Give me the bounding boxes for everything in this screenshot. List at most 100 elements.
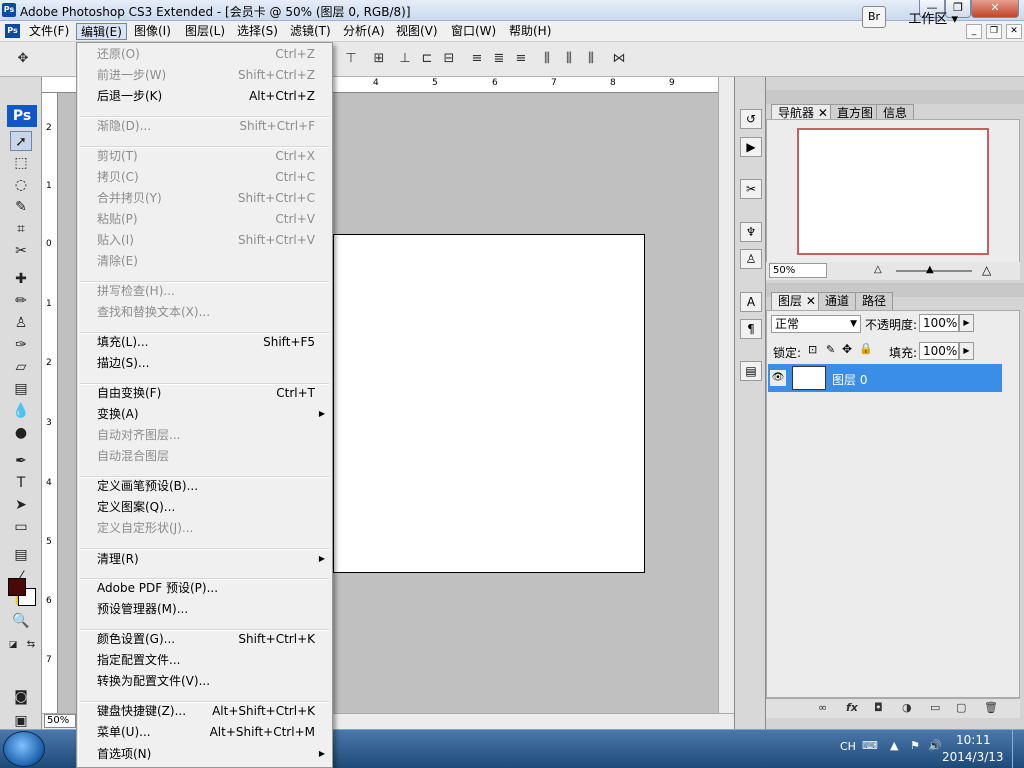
tray-arrow-icon[interactable]: ▲ xyxy=(890,739,898,752)
navigator-preview[interactable] xyxy=(797,128,989,255)
type-tool-icon[interactable]: T xyxy=(10,473,32,493)
menu-analysis[interactable]: 分析(A) xyxy=(339,23,389,40)
volume-icon[interactable]: 🔊 xyxy=(928,739,942,752)
close-button[interactable]: ✕ xyxy=(971,0,1019,18)
app-icon[interactable]: Ps xyxy=(2,3,16,17)
bridge-icon[interactable]: Br xyxy=(862,6,886,28)
doc-minimize-button[interactable]: _ xyxy=(966,24,982,39)
clock-date[interactable]: 2014/3/13 xyxy=(942,750,1004,764)
layer-mask-icon[interactable]: ◘ xyxy=(874,701,883,714)
slice-tool-icon[interactable]: ✂ xyxy=(10,241,32,261)
menu-select[interactable]: 选择(S) xyxy=(233,23,282,40)
zoom-out-icon[interactable]: △ xyxy=(874,264,882,275)
clone-stamp-tool-icon[interactable]: ♙ xyxy=(10,313,32,333)
brushes-panel-icon[interactable]: ♆ xyxy=(740,222,762,242)
notes-tool-icon[interactable]: ▤ xyxy=(10,545,32,565)
edit-menu-item[interactable]: 变换(A) ▶ xyxy=(97,405,325,423)
swap-colors-icon[interactable]: ⇆ xyxy=(24,635,38,655)
workspace-button[interactable]: 工作区 ▾ xyxy=(908,8,958,27)
distribute-top-icon[interactable]: ≡ xyxy=(468,50,486,68)
blend-mode-select[interactable]: 正常 ▼ xyxy=(771,315,861,333)
trash-icon[interactable]: 🗑 xyxy=(984,701,998,714)
vertical-scrollbar[interactable] xyxy=(718,77,734,713)
distribute-vcenter-icon[interactable]: ≣ xyxy=(490,50,508,68)
edit-menu-item[interactable]: 自由变换(F) Ctrl+T xyxy=(97,384,319,402)
tab-channels[interactable]: 通道 xyxy=(818,292,857,310)
menu-edit[interactable]: 编辑(E) xyxy=(76,23,127,40)
edit-menu-item[interactable]: 预设管理器(M)... xyxy=(97,600,319,618)
zoom-level-field[interactable]: 50% xyxy=(44,714,76,728)
foreground-color-swatch[interactable] xyxy=(8,578,26,596)
fill-slider-button[interactable]: ▶ xyxy=(959,342,974,360)
edit-menu-item[interactable]: 定义图案(Q)... xyxy=(97,498,319,516)
align-left-icon[interactable]: ⊏ xyxy=(418,50,436,68)
start-button[interactable] xyxy=(3,731,45,767)
menu-help[interactable]: 帮助(H) xyxy=(505,23,555,40)
menu-view[interactable]: 视图(V) xyxy=(392,23,442,40)
menu-file[interactable]: 文件(F) xyxy=(25,23,73,40)
default-colors-icon[interactable]: ◪ xyxy=(6,635,20,655)
character-panel-icon[interactable]: A xyxy=(740,292,762,312)
actions-panel-icon[interactable]: ▶ xyxy=(740,137,762,157)
brush-tool-icon[interactable]: ✏ xyxy=(10,291,32,311)
document-canvas[interactable] xyxy=(333,234,645,573)
menu-window[interactable]: 窗口(W) xyxy=(447,23,500,40)
clock-time[interactable]: 10:11 xyxy=(956,733,991,747)
zoom-in-icon[interactable]: △ xyxy=(982,263,991,277)
gradient-tool-icon[interactable]: ▤ xyxy=(10,379,32,399)
doc-restore-button[interactable]: ❐ xyxy=(986,24,1002,39)
lasso-tool-icon[interactable]: ◌ xyxy=(10,175,32,195)
eye-icon[interactable]: 👁 xyxy=(770,370,786,386)
new-group-icon[interactable]: ▭ xyxy=(930,701,940,714)
keyboard-icon[interactable]: ⌨ xyxy=(862,739,878,752)
edit-menu-item[interactable]: 颜色设置(G)... Shift+Ctrl+K xyxy=(97,630,319,648)
close-icon[interactable]: ✕ xyxy=(818,106,828,120)
distribute-left-icon[interactable]: ⫼ xyxy=(538,50,556,68)
zoom-tool-icon[interactable]: 🔍 xyxy=(10,611,32,631)
lock-image-icon[interactable]: ✎ xyxy=(826,343,835,356)
navigator-zoom-slider[interactable] xyxy=(896,270,972,272)
align-bottom-icon[interactable]: ⊥ xyxy=(396,50,414,68)
edit-menu-item[interactable]: 首选项(N) ▶ xyxy=(97,745,325,763)
tab-layers[interactable]: 图层 ✕ xyxy=(771,292,823,310)
link-layers-icon[interactable]: ∞ xyxy=(818,701,827,714)
crop-tool-icon[interactable]: ⌗ xyxy=(10,219,32,239)
doc-close-button[interactable]: ✕ xyxy=(1006,24,1022,39)
menu-filter[interactable]: 滤镜(T) xyxy=(286,23,335,40)
magic-wand-tool-icon[interactable]: ✎ xyxy=(10,197,32,217)
eraser-tool-icon[interactable]: ▱ xyxy=(10,357,32,377)
paragraph-panel-icon[interactable]: ¶ xyxy=(740,319,762,339)
history-brush-tool-icon[interactable]: ✑ xyxy=(10,335,32,355)
document-icon[interactable]: Ps xyxy=(5,24,20,38)
history-panel-icon[interactable]: ↺ xyxy=(740,109,762,129)
language-indicator[interactable]: CH xyxy=(840,740,856,753)
screen-mode-icon[interactable]: ▣ xyxy=(10,711,32,731)
opacity-field[interactable]: 100% xyxy=(919,314,959,332)
tool-presets-panel-icon[interactable]: ✂ xyxy=(740,179,762,199)
blur-tool-icon[interactable]: 💧 xyxy=(10,401,32,421)
navigator-zoom-field[interactable]: 50% xyxy=(769,263,827,278)
edit-menu-item[interactable]: 描边(S)... xyxy=(97,354,319,372)
menu-layer[interactable]: 图层(L) xyxy=(181,23,229,40)
edit-menu-item[interactable]: 键盘快捷键(Z)... Alt+Shift+Ctrl+K xyxy=(97,702,319,720)
fx-icon[interactable]: fx xyxy=(846,701,858,714)
auto-align-icon[interactable]: ⋈ xyxy=(610,50,628,68)
edit-menu-item[interactable]: 填充(L)... Shift+F5 xyxy=(97,333,319,351)
healing-brush-tool-icon[interactable]: ✚ xyxy=(10,269,32,289)
edit-menu-item[interactable]: 定义画笔预设(B)... xyxy=(97,477,319,495)
align-vcenter-icon[interactable]: ⊞ xyxy=(370,50,388,68)
menu-image[interactable]: 图像(I) xyxy=(130,23,175,40)
quick-mask-icon[interactable]: ◙ xyxy=(10,687,32,707)
action-center-icon[interactable]: ⚑ xyxy=(910,739,920,752)
lock-position-icon[interactable]: ✥ xyxy=(842,342,852,356)
panel-group-header[interactable] xyxy=(766,90,1024,104)
lock-transparent-icon[interactable]: ⊡ xyxy=(808,343,817,356)
shape-tool-icon[interactable]: ▭ xyxy=(10,517,32,537)
path-selection-tool-icon[interactable]: ➤ xyxy=(10,495,32,515)
edit-menu-item[interactable]: 后退一步(K) Alt+Ctrl+Z xyxy=(97,87,319,105)
align-hcenter-icon[interactable]: ⊟ xyxy=(440,50,458,68)
layer-comps-panel-icon[interactable]: ▤ xyxy=(740,361,762,381)
close-icon[interactable]: ✕ xyxy=(806,294,816,308)
edit-menu-item[interactable]: 指定配置文件... xyxy=(97,651,319,669)
distribute-hcenter-icon[interactable]: ⫼ xyxy=(560,50,578,68)
